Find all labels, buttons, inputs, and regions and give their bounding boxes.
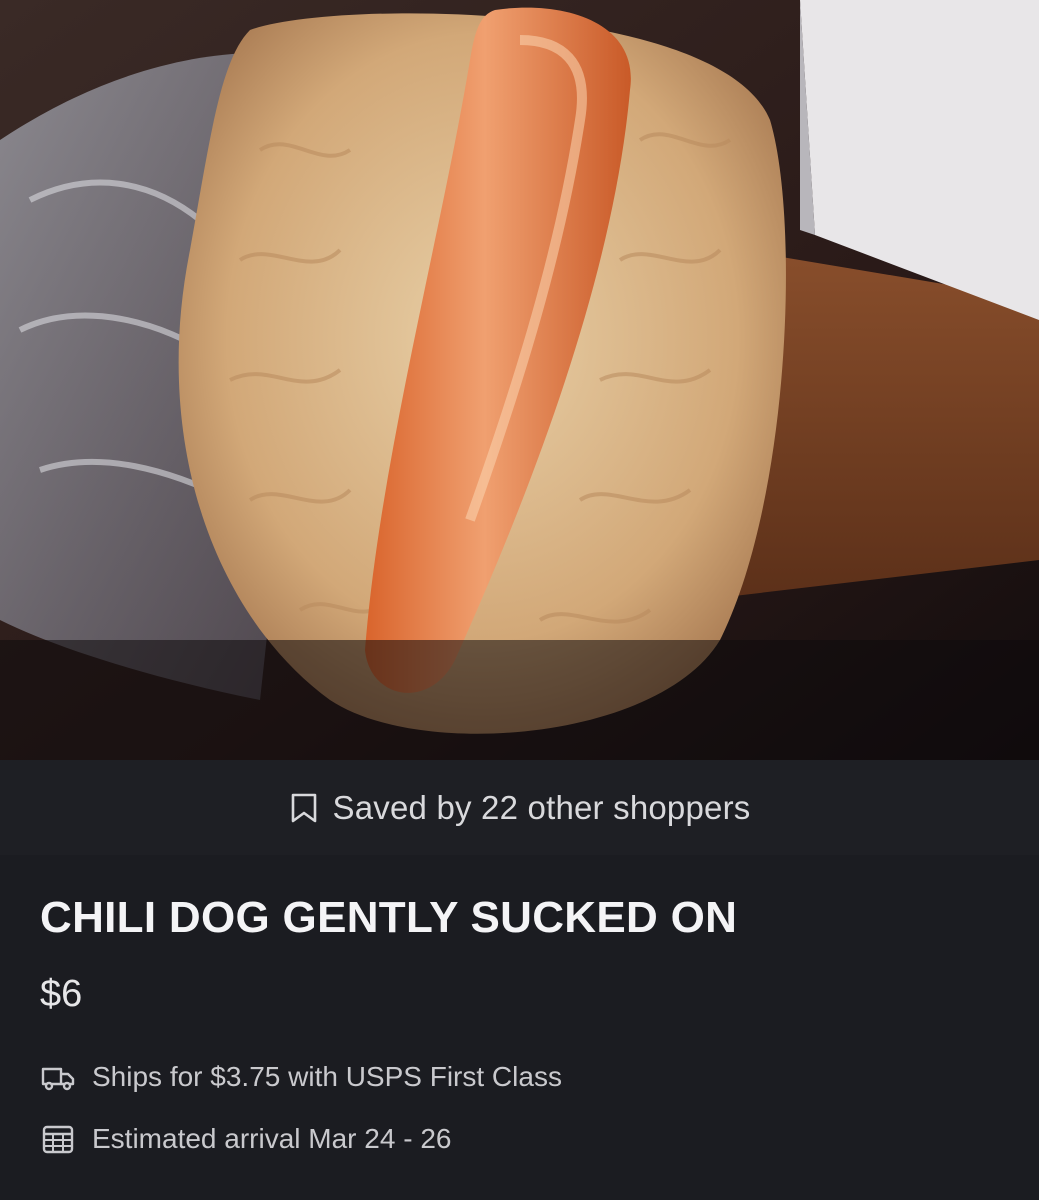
truck-icon [41, 1067, 75, 1091]
saved-bar[interactable]: Saved by 22 other shoppers [0, 760, 1039, 855]
listing-details: CHILI DOG GENTLY SUCKED ON $6 Ships for … [0, 855, 1039, 1200]
arrival-row: Estimated arrival Mar 24 - 26 [40, 1123, 451, 1155]
shipping-text: Ships for $3.75 with USPS First Class [92, 1061, 562, 1092]
listing-photo[interactable] [0, 0, 1039, 760]
listing-price: $6 [40, 973, 83, 1015]
bookmark-icon [291, 793, 316, 822]
listing-page: Saved by 22 other shoppers CHILI DOG GEN… [0, 0, 1039, 1200]
calendar-icon [42, 1125, 74, 1154]
listing-title: CHILI DOG GENTLY SUCKED ON [40, 893, 738, 942]
shipping-row: Ships for $3.75 with USPS First Class [40, 1061, 562, 1093]
saved-count-text: Saved by 22 other shoppers [332, 788, 751, 826]
arrival-text: Estimated arrival Mar 24 - 26 [92, 1123, 452, 1154]
